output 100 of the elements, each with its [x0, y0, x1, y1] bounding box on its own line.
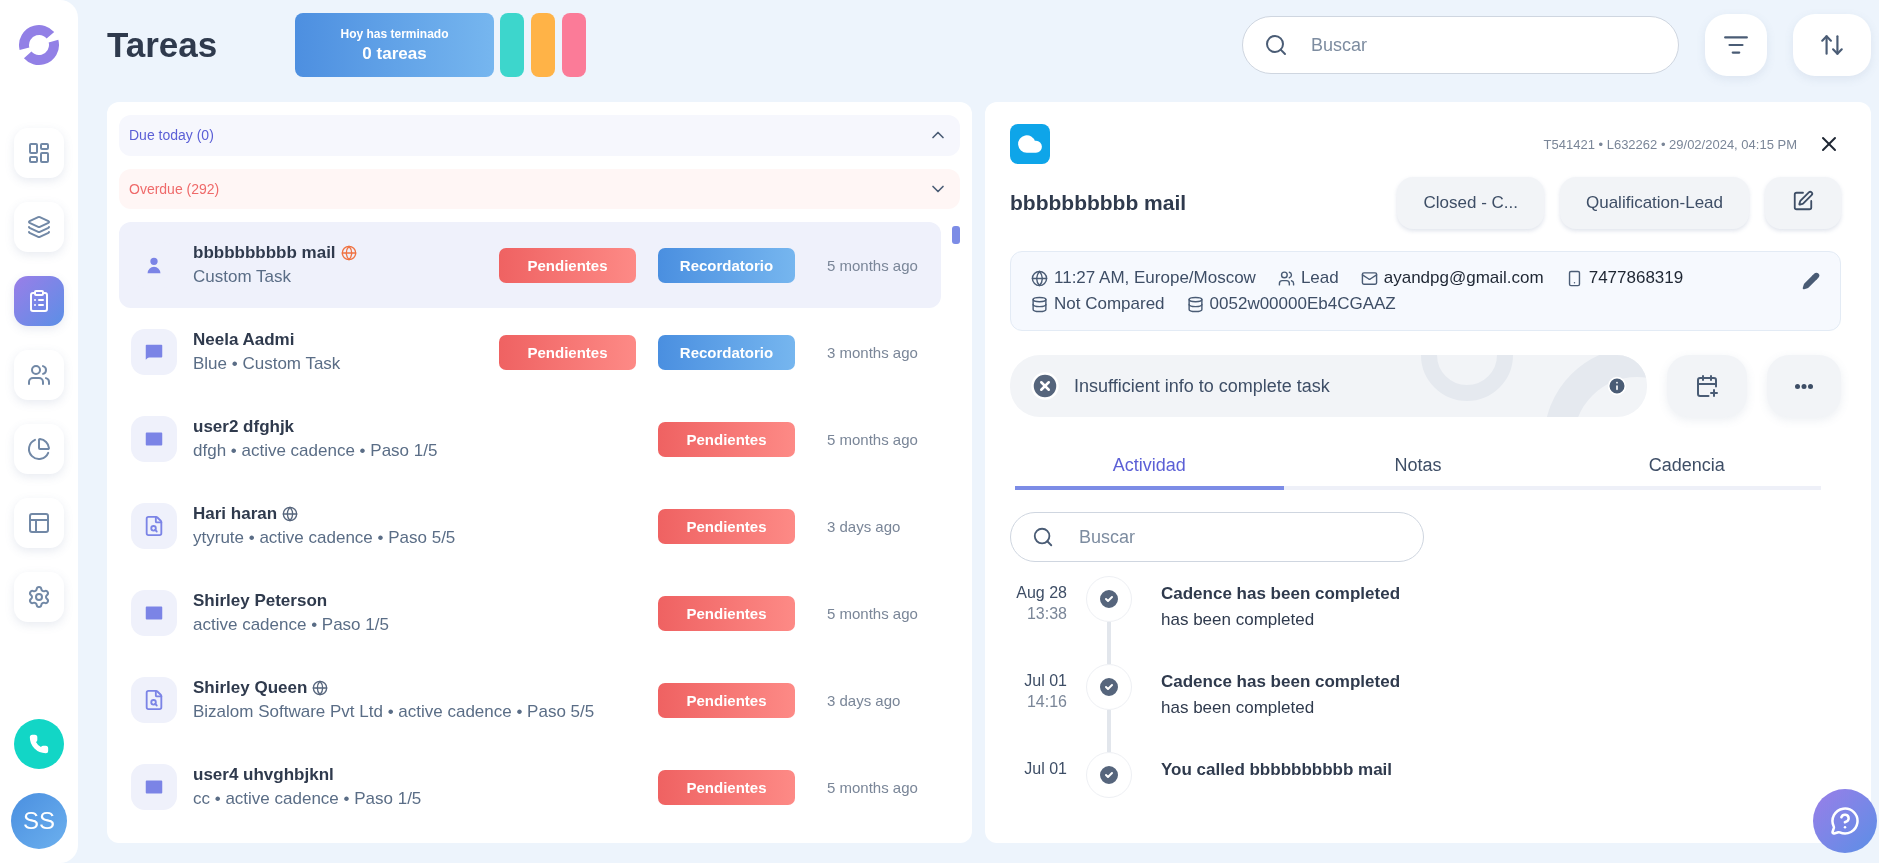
detail-title: bbbbbbbbbb mail [1010, 191, 1188, 215]
search-field[interactable]: Buscar [1242, 16, 1679, 74]
activity-text: has been completed [1161, 610, 1316, 630]
contact-detail: 11:27 AM, Europe/Moscow [1054, 268, 1256, 288]
task-name: user2 dfghjk [193, 417, 295, 437]
globe-icon [1031, 269, 1048, 287]
nav-item[interactable] [14, 498, 64, 548]
nav-item[interactable] [14, 276, 64, 326]
tab[interactable]: Notas [1283, 451, 1553, 490]
database-icon [1186, 295, 1204, 313]
summary-value: 0 tareas [362, 43, 427, 64]
task-type-icon [131, 590, 177, 636]
clipboard-icon [27, 289, 51, 313]
phone-icon [29, 734, 49, 754]
task-subtitle: Blue • Custom Task [193, 354, 342, 374]
calendar-plus-icon [1695, 374, 1719, 398]
task-time: 5 months ago [826, 430, 919, 448]
status-tag: Pendientes [658, 595, 795, 631]
status-tag: Recordatorio [658, 247, 795, 283]
search-icon [1264, 33, 1288, 57]
layout-icon [27, 511, 51, 535]
task-subtitle: Custom Task [193, 267, 292, 287]
tab[interactable]: Actividad [1015, 451, 1284, 490]
status-tag: Pendientes [658, 508, 795, 544]
schedule-button[interactable] [1667, 355, 1747, 417]
task-type-icon [131, 503, 177, 549]
contact-detail: Lead [1300, 268, 1339, 288]
activity-time: 13:38 [1026, 605, 1067, 623]
status-tag: Pendientes [658, 421, 795, 457]
task-type-icon [131, 677, 177, 723]
color-pill[interactable] [562, 13, 586, 77]
status-chip[interactable]: Qualification-Lead [1559, 177, 1749, 229]
nav-item[interactable] [14, 202, 64, 252]
people-icon [1277, 269, 1295, 287]
contact-detail: Not Compared [1054, 294, 1165, 314]
more-icon [1795, 383, 1813, 389]
activity-search-field[interactable]: Buscar [1010, 512, 1424, 562]
nav-item[interactable] [14, 350, 64, 400]
nav-item[interactable] [14, 572, 64, 622]
edit-pencil-icon[interactable] [1802, 272, 1820, 290]
dashboard-icon [27, 141, 51, 165]
task-subtitle: ytyrute • active cadence • Paso 5/5 [193, 528, 457, 548]
search-icon [1032, 526, 1054, 548]
activity-text: has been completed [1161, 698, 1316, 718]
task-meta: T541421 • L632262 • 29/02/2024, 04:15 PM [1543, 136, 1797, 152]
task-subtitle: Bizalom Software Pvt Ltd • active cadence • Paso 5/5 [193, 702, 596, 722]
task-name: Neela Aadmi [193, 330, 295, 350]
tab[interactable]: Cadencia [1552, 451, 1821, 490]
summary-caption: Hoy has terminado [340, 26, 449, 41]
section-header[interactable]: Due today (0) [119, 115, 960, 156]
task-type-icon [131, 416, 177, 462]
task-time: 5 months ago [826, 256, 919, 274]
color-pill[interactable] [531, 13, 555, 77]
status-tag: Pendientes [499, 247, 636, 283]
contact-detail: 0052w00000Eb4CGAAZ [1209, 294, 1396, 314]
close-circle-icon [1030, 371, 1060, 401]
database-icon [1031, 295, 1048, 313]
nav-item[interactable] [14, 424, 64, 474]
status-tag: Pendientes [499, 334, 636, 370]
task-type-icon [131, 329, 177, 375]
mail-icon [1360, 269, 1378, 287]
scrollbar-thumb[interactable] [952, 226, 960, 244]
task-name: Shirley Peterson [193, 591, 328, 611]
task-row[interactable]: bbbbbbbbbb mail Custom Task Pendientes Recordatorio 5 months ago [119, 222, 941, 308]
activity-date: Jul 01 [1024, 760, 1067, 778]
status-tag: Recordatorio [658, 334, 795, 370]
color-pill[interactable] [500, 13, 524, 77]
task-time: 5 months ago [826, 778, 919, 796]
layers-icon [27, 215, 51, 239]
pie-chart-icon [27, 437, 51, 461]
activity-title: Cadence has been completed [1161, 672, 1401, 692]
notice-text: Insufficient info to complete task [1074, 375, 1331, 397]
task-time: 5 months ago [826, 604, 919, 622]
activity-date: Aug 28 [1016, 584, 1067, 602]
task-time: 3 days ago [826, 691, 902, 709]
task-subtitle: cc • active cadence • Paso 1/5 [193, 789, 423, 809]
activity-time: 14:16 [1026, 693, 1067, 711]
filter-button[interactable] [1705, 14, 1767, 76]
call-button[interactable] [14, 719, 64, 769]
nav-item[interactable] [14, 128, 64, 178]
sort-button[interactable] [1793, 14, 1871, 76]
page-title: Tareas [107, 25, 219, 65]
task-subtitle: active cadence • Paso 1/5 [193, 615, 390, 635]
task-name: bbbbbbbbbb mail [193, 243, 336, 263]
app-logo [18, 24, 60, 66]
contact-detail: ayandpg@gmail.com [1383, 268, 1544, 288]
settings-icon [27, 585, 51, 609]
contact-detail: 7477868319 [1588, 268, 1684, 288]
status-tag: Pendientes [658, 682, 795, 718]
sort-icon [1819, 32, 1845, 58]
edit-button[interactable] [1765, 177, 1841, 229]
activity-date: Jul 01 [1024, 672, 1067, 690]
activity-title: Cadence has been completed [1161, 584, 1401, 604]
cloud-logo [1010, 124, 1050, 164]
status-tag: Pendientes [658, 769, 795, 805]
activity-title: You called bbbbbbbbbb mail [1161, 760, 1393, 780]
status-chip[interactable]: Closed - C... [1397, 177, 1544, 229]
task-name: user4 uhvghbjknl [193, 765, 334, 785]
task-time: 3 months ago [826, 343, 919, 361]
people-icon [27, 363, 51, 387]
